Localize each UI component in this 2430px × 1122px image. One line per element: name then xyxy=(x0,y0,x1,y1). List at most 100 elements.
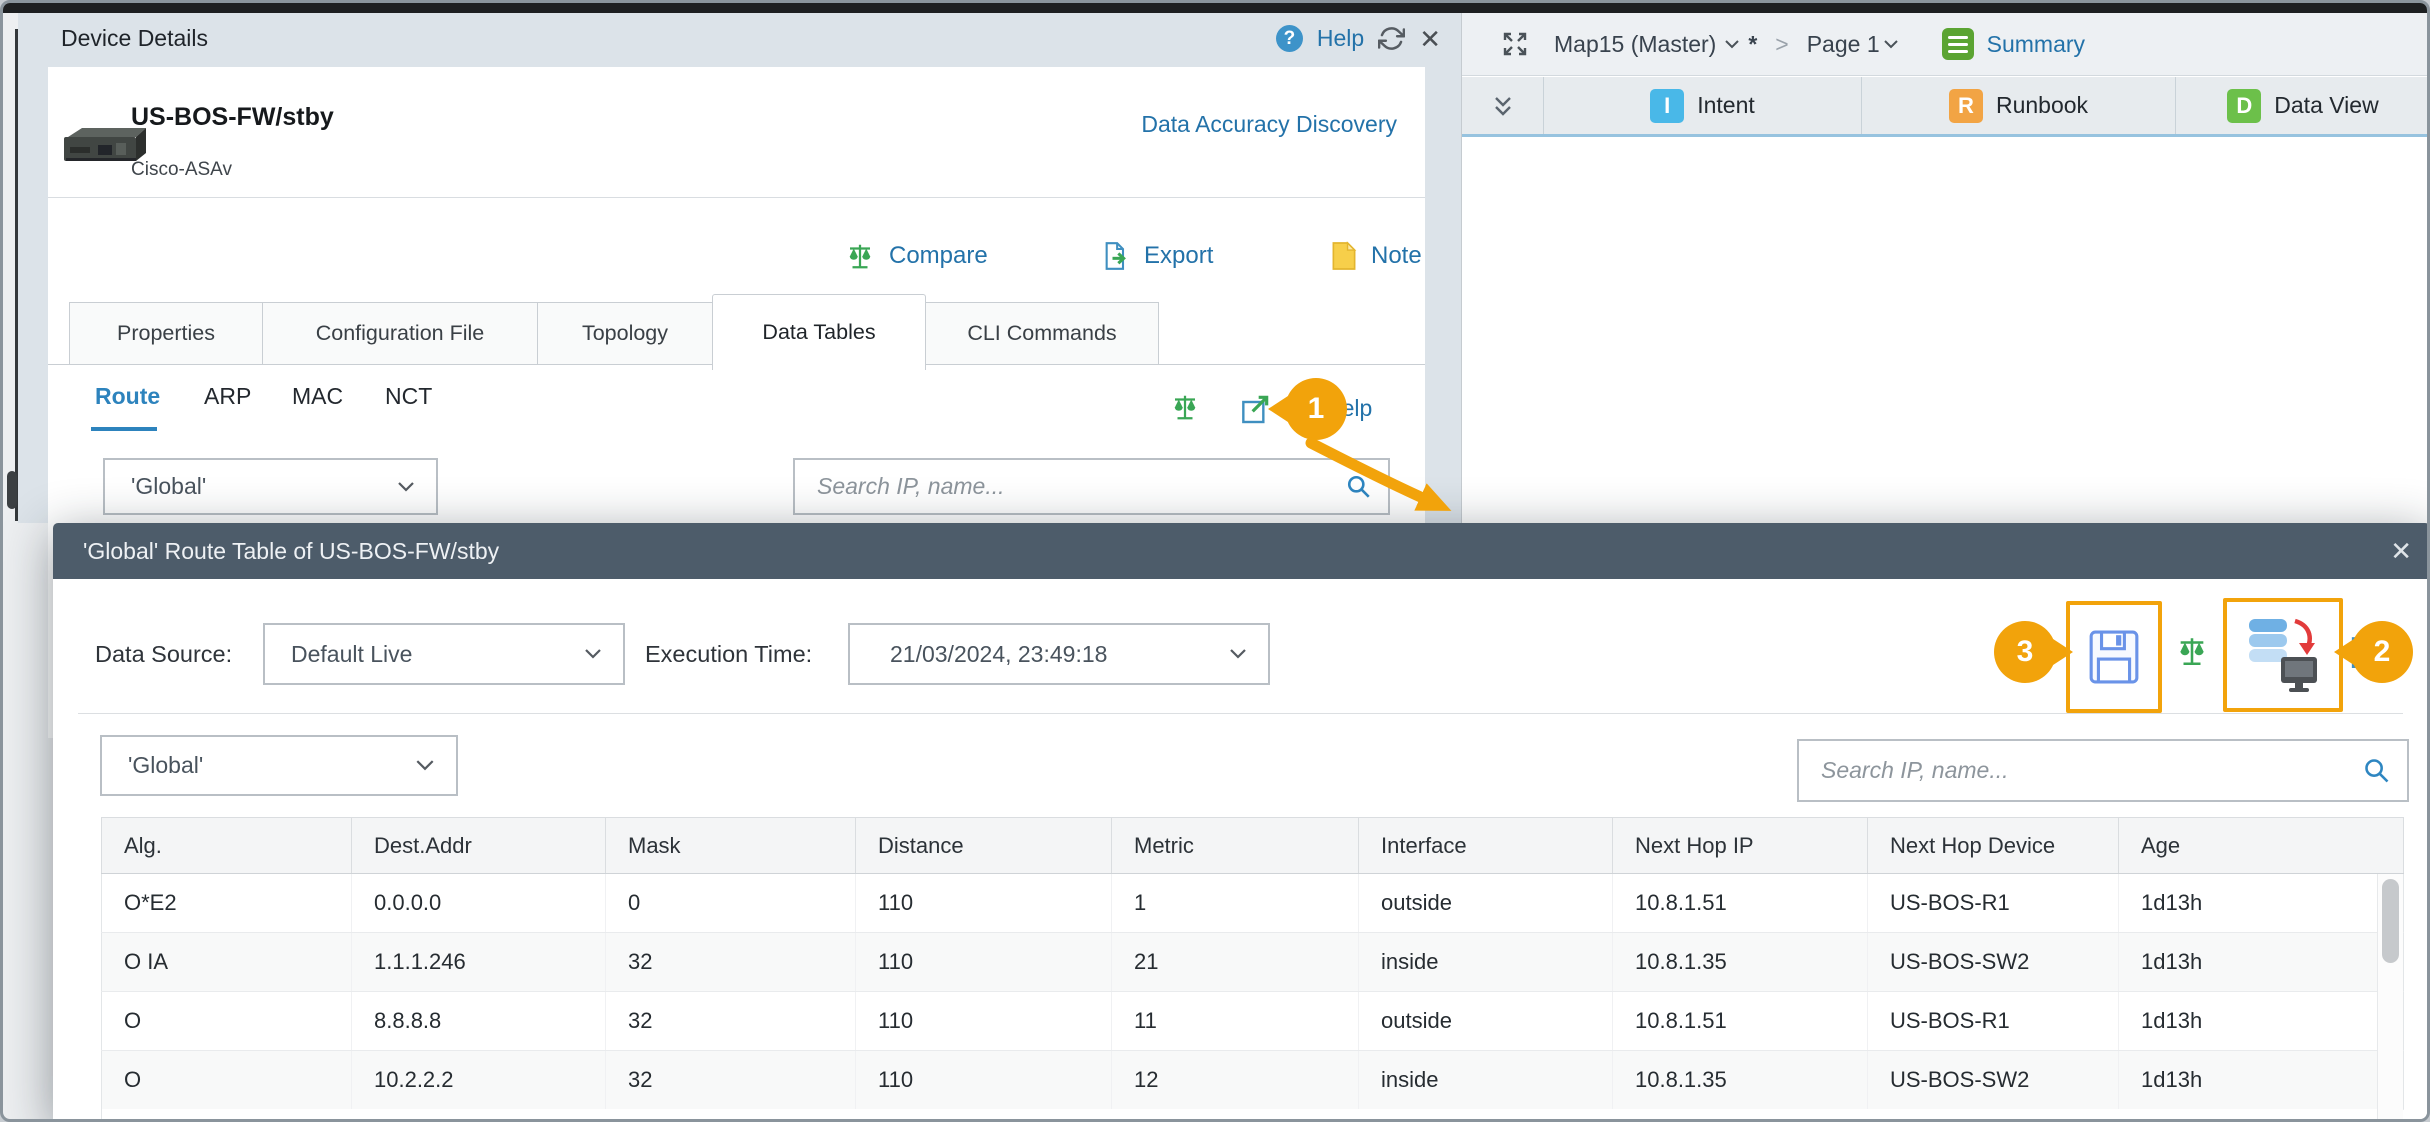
route-table-header-row: Alg.Dest.AddrMaskDistanceMetricInterface… xyxy=(102,818,2404,874)
help-link[interactable]: Help xyxy=(1317,25,1364,52)
column-header[interactable]: Interface xyxy=(1359,818,1613,874)
search-icon[interactable] xyxy=(2363,757,2391,785)
device-header-card: US-BOS-FW/stby Cisco-ASAv Data Accuracy … xyxy=(48,67,1425,198)
table-cell: US-BOS-R1 xyxy=(1868,992,2119,1051)
tab-configuration-file[interactable]: Configuration File xyxy=(262,302,538,365)
table-cell: 10.8.1.35 xyxy=(1613,1051,1868,1110)
tab-data-tables[interactable]: Data Tables xyxy=(712,294,926,370)
tab-intent[interactable]: I Intent xyxy=(1544,77,1862,134)
subtab-mac[interactable]: MAC xyxy=(292,383,343,410)
dialog-search-input[interactable] xyxy=(1799,757,2363,784)
export-button[interactable]: Export xyxy=(1102,240,1213,272)
route-compare-icon[interactable] xyxy=(1170,391,1200,423)
tab-cli-commands[interactable]: CLI Commands xyxy=(925,302,1159,365)
refresh-icon[interactable] xyxy=(1378,25,1405,52)
note-button[interactable]: Note xyxy=(1331,240,1422,272)
expand-map-icon[interactable] xyxy=(1500,29,1530,59)
subtab-arp[interactable]: ARP xyxy=(204,383,251,410)
chevron-down-icon xyxy=(1230,649,1246,659)
table-row[interactable]: O IA1.1.1.2463211021inside10.8.1.35US-BO… xyxy=(102,933,2404,992)
device-model: Cisco-ASAv xyxy=(131,159,232,181)
callout-1-tail xyxy=(1268,394,1291,424)
route-table-partial-row xyxy=(101,1109,2403,1122)
callout-3-tail xyxy=(2050,637,2073,667)
map-panel: Map15 (Master) * > Page 1 Summary I Inte… xyxy=(1461,13,2430,523)
column-header[interactable]: Alg. xyxy=(102,818,352,874)
dialog-divider xyxy=(78,713,2403,714)
breadcrumb-separator: > xyxy=(1775,31,1788,58)
table-cell: outside xyxy=(1359,874,1613,933)
callout-2-tail xyxy=(2334,637,2357,667)
save-icon[interactable] xyxy=(2089,630,2139,684)
column-header[interactable]: Mask xyxy=(606,818,856,874)
table-cell: 1d13h xyxy=(2119,1051,2404,1110)
table-cell: 21 xyxy=(1112,933,1359,992)
column-header[interactable]: Next Hop IP xyxy=(1613,818,1868,874)
callout-2: 2 xyxy=(2351,621,2413,683)
table-cell: 110 xyxy=(856,992,1112,1051)
dialog-header[interactable]: 'Global' Route Table of US-BOS-FW/stby ✕ xyxy=(53,523,2430,579)
window-top-strip xyxy=(3,3,2427,13)
dialog-scope-dropdown[interactable]: 'Global' xyxy=(100,735,458,796)
execution-time-value: 21/03/2024, 23:49:18 xyxy=(850,641,1107,668)
column-header[interactable]: Next Hop Device xyxy=(1868,818,2119,874)
column-header[interactable]: Distance xyxy=(856,818,1112,874)
table-cell: outside xyxy=(1359,992,1613,1051)
table-row[interactable]: O8.8.8.83211011outside10.8.1.51US-BOS-R1… xyxy=(102,992,2404,1051)
compare-scales-icon xyxy=(845,240,875,272)
data-accuracy-discovery-link[interactable]: Data Accuracy Discovery xyxy=(1141,111,1397,138)
data-source-dropdown[interactable]: Default Live xyxy=(263,623,625,685)
app-window: Device Details ? Help ✕ xyxy=(0,0,2430,1122)
table-row[interactable]: O10.2.2.23211012inside10.8.1.35US-BOS-SW… xyxy=(102,1051,2404,1110)
search-icon[interactable] xyxy=(1346,474,1372,500)
table-cell: 10.2.2.2 xyxy=(352,1051,606,1110)
page-chevron-icon[interactable] xyxy=(1884,40,1898,49)
callout-1: 1 xyxy=(1285,378,1347,440)
column-header[interactable]: Age xyxy=(2119,818,2404,874)
dialog-scope-value: 'Global' xyxy=(102,752,203,779)
table-cell: 110 xyxy=(856,1051,1112,1110)
close-icon[interactable]: ✕ xyxy=(1419,26,1441,52)
tab-properties[interactable]: Properties xyxy=(69,302,263,365)
table-cell: 0 xyxy=(606,874,856,933)
table-row[interactable]: O*E20.0.0.001101outside10.8.1.51US-BOS-R… xyxy=(102,874,2404,933)
callout-3: 3 xyxy=(1994,621,2056,683)
device-name: US-BOS-FW/stby xyxy=(131,103,334,132)
compare-button[interactable]: Compare xyxy=(845,240,988,272)
help-icon[interactable]: ? xyxy=(1276,25,1303,52)
map-topbar: Map15 (Master) * > Page 1 Summary xyxy=(1462,13,2430,76)
save-highlight-box xyxy=(2066,601,2162,713)
note-icon xyxy=(1331,240,1357,272)
map-name[interactable]: Map15 (Master) xyxy=(1554,31,1716,58)
table-cell: 10.8.1.51 xyxy=(1613,874,1868,933)
panel-resize-handle[interactable] xyxy=(7,471,17,509)
table-cell: 110 xyxy=(856,933,1112,992)
retrieve-live-data-icon[interactable] xyxy=(2245,615,2321,695)
table-cell: inside xyxy=(1359,933,1613,992)
table-cell: 1d13h xyxy=(2119,992,2404,1051)
map-tabbar: I Intent R Runbook D Data View xyxy=(1462,77,2430,137)
page-name[interactable]: Page 1 xyxy=(1807,31,1880,58)
execution-time-dropdown[interactable]: 21/03/2024, 23:49:18 xyxy=(848,623,1270,685)
tab-data-view[interactable]: D Data View xyxy=(2176,77,2430,134)
column-header[interactable]: Dest.Addr xyxy=(352,818,606,874)
data-source-value: Default Live xyxy=(265,641,412,668)
tab-runbook[interactable]: R Runbook xyxy=(1862,77,2176,134)
dialog-compare-icon[interactable] xyxy=(2175,633,2209,669)
export-label: Export xyxy=(1144,242,1213,270)
subtab-route[interactable]: Route xyxy=(95,383,160,410)
table-scrollbar[interactable] xyxy=(2377,874,2403,1122)
column-header[interactable]: Metric xyxy=(1112,818,1359,874)
device-search-input[interactable] xyxy=(795,473,1346,500)
subtab-nct[interactable]: NCT xyxy=(385,383,432,410)
table-cell: 10.8.1.51 xyxy=(1613,992,1868,1051)
tab-topology[interactable]: Topology xyxy=(537,302,713,365)
dialog-title: 'Global' Route Table of US-BOS-FW/stby xyxy=(83,538,499,565)
summary-link[interactable]: Summary xyxy=(1987,31,2085,58)
dialog-close-icon[interactable]: ✕ xyxy=(2390,536,2412,567)
table-scrollbar-thumb[interactable] xyxy=(2382,879,2399,963)
scope-dropdown[interactable]: 'Global' xyxy=(103,458,438,515)
map-chevron-icon[interactable] xyxy=(1725,40,1739,49)
collapse-tabs-icon[interactable] xyxy=(1462,77,1544,134)
device-details-panel: Device Details ? Help ✕ xyxy=(18,13,1461,523)
